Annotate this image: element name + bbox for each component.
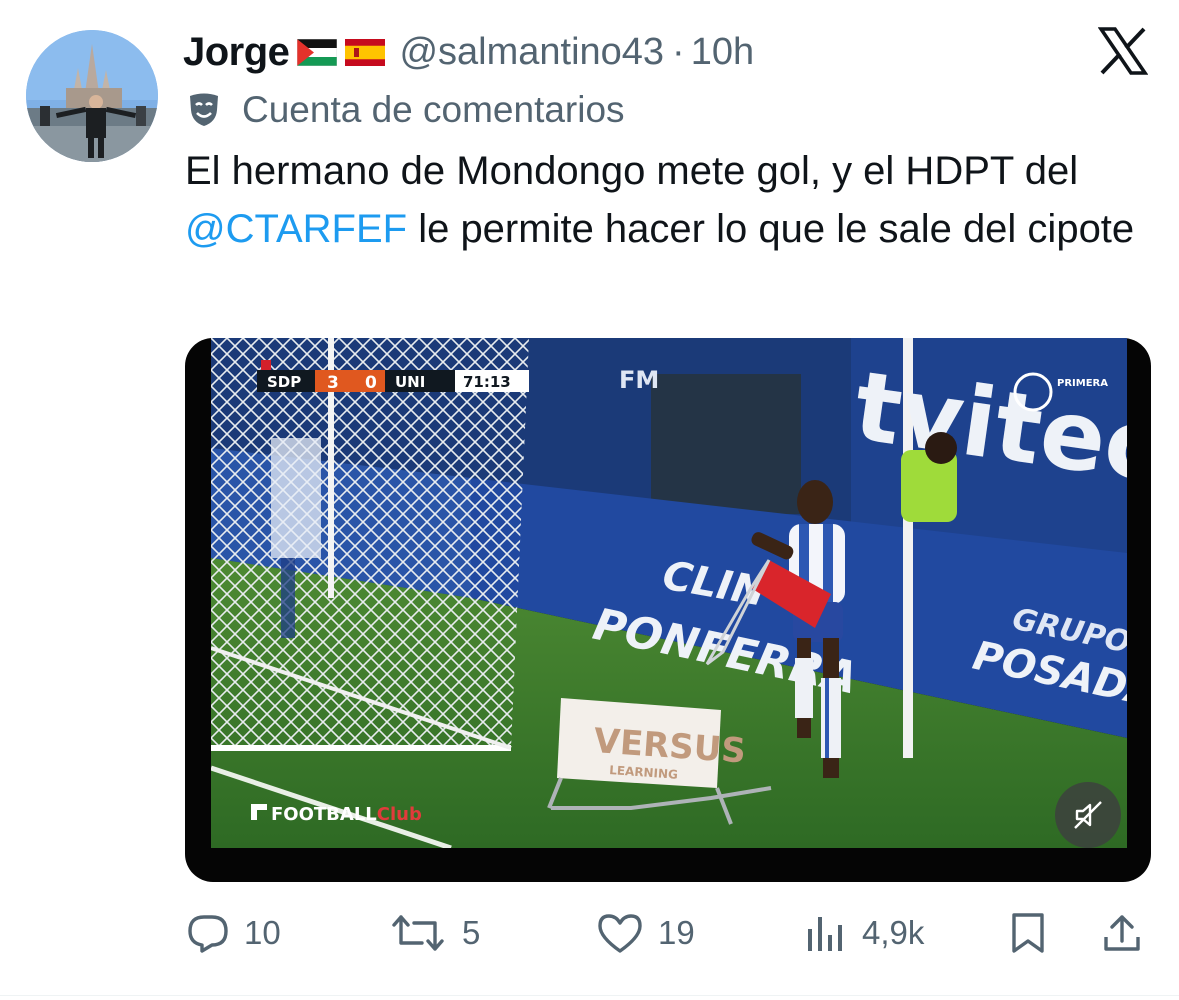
account-label-text: Cuenta de comentarios [242, 89, 625, 130]
palestine-flag-icon [297, 38, 338, 66]
tweet-text-start: El hermano de Mondongo mete gol, y el HD… [185, 149, 1079, 193]
mute-button[interactable] [1055, 782, 1121, 848]
scorebug-home: SDP [267, 373, 301, 391]
separator-dot: · [672, 30, 685, 73]
bookmark-button[interactable] [1006, 908, 1050, 958]
broadcaster-logo: FOOTBALLClub [251, 804, 422, 825]
divider [0, 995, 1179, 996]
action-bar: 10 5 19 4,9k [0, 900, 1179, 966]
tweet-text: El hermano de Mondongo mete gol, y el HD… [185, 142, 1145, 258]
share-upload-icon [1104, 915, 1140, 951]
tweet: Jorge @salmantino43 · 10h Cuenta de come… [0, 0, 1179, 1000]
video-player[interactable]: CLIN PONFERRA GRUPO POSADA tvitec FM VER… [185, 338, 1151, 882]
like-button[interactable]: 19 [596, 908, 695, 958]
author-handle[interactable]: @salmantino43 [399, 31, 664, 74]
avatar-image [26, 30, 158, 162]
mention-link[interactable]: @CTARFEF [185, 207, 407, 251]
tweet-header: Jorge @salmantino43 · 10h [183, 24, 754, 80]
speech-bubble-icon [188, 915, 228, 953]
svg-text:PRIMERA: PRIMERA [1057, 378, 1108, 389]
video-frame: CLIN PONFERRA GRUPO POSADA tvitec FM VER… [211, 338, 1127, 848]
x-logo-icon[interactable] [1097, 26, 1149, 76]
radio-text: FM [619, 366, 659, 394]
scorebug-clock: 71:13 [463, 373, 511, 391]
scorebug-home-score: 3 [327, 373, 339, 393]
avatar[interactable] [26, 30, 158, 162]
view-count: 4,9k [862, 914, 925, 951]
theater-mask-icon [186, 92, 222, 128]
scorebug-away: UNI [395, 373, 425, 391]
spain-flag-icon [345, 38, 386, 66]
bookmark-icon [1012, 913, 1044, 953]
speaker-muted-icon [1074, 801, 1102, 829]
reply-count: 10 [244, 914, 281, 951]
bar-chart-icon [808, 917, 842, 951]
account-label[interactable]: Cuenta de comentarios [186, 86, 625, 134]
svg-text:FOOTBALLClub: FOOTBALLClub [271, 804, 422, 825]
repost-count: 5 [462, 914, 481, 951]
views-button[interactable]: 4,9k [804, 908, 924, 958]
author-name[interactable]: Jorge [183, 30, 290, 75]
share-button[interactable] [1100, 908, 1144, 958]
post-time[interactable]: 10h [691, 31, 754, 74]
like-count: 19 [658, 914, 695, 951]
heart-icon [598, 914, 642, 953]
repost-button[interactable]: 5 [388, 908, 480, 958]
tweet-text-end: le permite hacer lo que le sale del cipo… [407, 207, 1135, 251]
repost-arrows-icon [392, 915, 444, 951]
scorebug-away-score: 0 [365, 373, 377, 393]
reply-button[interactable]: 10 [186, 908, 281, 958]
